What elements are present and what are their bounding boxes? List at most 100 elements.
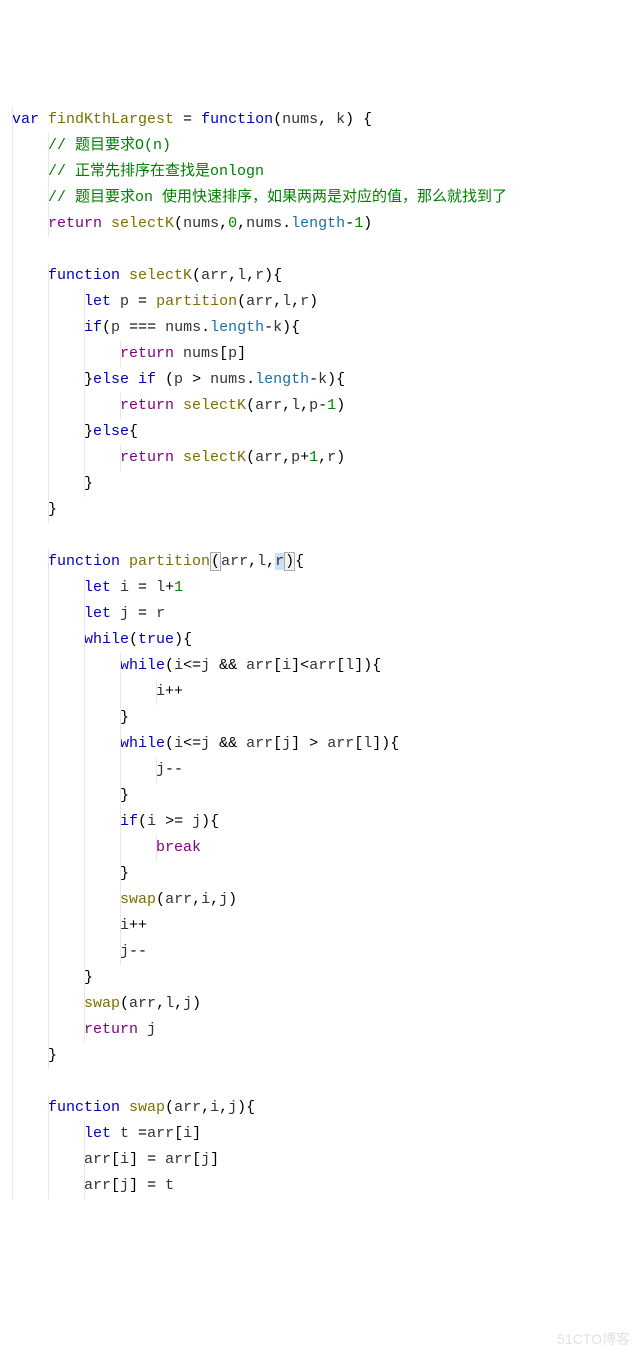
code-line[interactable]: return selectK(nums,0,nums.length-1): [12, 211, 638, 237]
code-line[interactable]: }else{: [12, 419, 638, 445]
code-token: ){: [237, 1099, 255, 1116]
code-token: ]){: [372, 735, 399, 752]
indent-guide: [120, 341, 121, 367]
code-token: ]<: [291, 657, 309, 674]
code-line[interactable]: arr[j] = t: [12, 1173, 638, 1199]
code-token: (: [165, 657, 174, 674]
code-line[interactable]: while(true){: [12, 627, 638, 653]
code-line[interactable]: }: [12, 1043, 638, 1069]
code-line[interactable]: return selectK(arr,p+1,r): [12, 445, 638, 471]
code-token: i: [174, 735, 183, 752]
code-token: function: [48, 553, 129, 570]
code-token: while: [120, 735, 165, 752]
code-token: let: [84, 1125, 120, 1142]
indent-guide: [84, 809, 85, 835]
code-line[interactable]: [12, 1069, 638, 1095]
code-token: l: [345, 657, 354, 674]
indent-guide: [48, 679, 49, 705]
indent-guide: [48, 341, 49, 367]
code-line[interactable]: }: [12, 497, 638, 523]
code-token: break: [156, 839, 201, 856]
code-token: [: [219, 345, 228, 362]
code-token: ,: [266, 553, 275, 570]
code-line[interactable]: i++: [12, 679, 638, 705]
code-token: }: [12, 865, 129, 882]
code-line[interactable]: }: [12, 471, 638, 497]
code-line[interactable]: i++: [12, 913, 638, 939]
code-line[interactable]: }: [12, 705, 638, 731]
code-line[interactable]: swap(arr,l,j): [12, 991, 638, 1017]
indent-guide: [84, 575, 85, 601]
code-line[interactable]: // 题目要求O(n): [12, 133, 638, 159]
indent-guide: [48, 1173, 49, 1199]
indent-guide: [120, 887, 121, 913]
code-line[interactable]: var findKthLargest = function(nums, k) {: [12, 107, 638, 133]
code-line[interactable]: let i = l+1: [12, 575, 638, 601]
code-line[interactable]: }: [12, 861, 638, 887]
indent-guide: [12, 809, 13, 835]
code-line[interactable]: function partition(arr,l,r){: [12, 549, 638, 575]
indent-guide: [12, 1095, 13, 1121]
indent-guide: [48, 861, 49, 887]
code-line[interactable]: return nums[p]: [12, 341, 638, 367]
code-line[interactable]: // 正常先排序在查找是onlogn: [12, 159, 638, 185]
indent-guide: [84, 731, 85, 757]
code-line[interactable]: while(i<=j && arr[i]<arr[l]){: [12, 653, 638, 679]
code-token: swap: [84, 995, 120, 1012]
code-token: j: [201, 735, 210, 752]
code-token: l: [237, 267, 246, 284]
code-line[interactable]: let p = partition(arr,l,r): [12, 289, 638, 315]
code-line[interactable]: }: [12, 965, 638, 991]
code-line[interactable]: return selectK(arr,l,p-1): [12, 393, 638, 419]
code-line[interactable]: }else if (p > nums.length-k){: [12, 367, 638, 393]
code-line[interactable]: let t =arr[i]: [12, 1121, 638, 1147]
code-token: <=: [183, 657, 201, 674]
code-token: [: [111, 1151, 120, 1168]
code-line[interactable]: j--: [12, 757, 638, 783]
code-token: arr: [221, 553, 248, 570]
code-token: arr: [246, 735, 273, 752]
code-line[interactable]: function selectK(arr,l,r){: [12, 263, 638, 289]
code-token: -: [264, 319, 273, 336]
indent-guide: [48, 757, 49, 783]
code-token: i: [156, 683, 165, 700]
code-line[interactable]: while(i<=j && arr[j] > arr[l]){: [12, 731, 638, 757]
indent-guide: [48, 497, 49, 523]
indent-guide: [120, 705, 121, 731]
code-line[interactable]: break: [12, 835, 638, 861]
code-line[interactable]: swap(arr,i,j): [12, 887, 638, 913]
code-editor[interactable]: var findKthLargest = function(nums, k) {…: [0, 104, 638, 1202]
code-line[interactable]: [12, 523, 638, 549]
code-token: i: [120, 579, 129, 596]
code-line[interactable]: let j = r: [12, 601, 638, 627]
code-token: function: [48, 1099, 129, 1116]
indent-guide: [84, 315, 85, 341]
code-line[interactable]: arr[i] = arr[j]: [12, 1147, 638, 1173]
indent-guide: [12, 263, 13, 289]
code-token: arr: [165, 1151, 192, 1168]
indent-guide: [84, 289, 85, 315]
code-token: arr: [84, 1151, 111, 1168]
indent-guide: [12, 107, 13, 133]
code-token: l: [165, 995, 174, 1012]
indent-guide: [48, 991, 49, 1017]
code-line[interactable]: j--: [12, 939, 638, 965]
code-line[interactable]: [12, 237, 638, 263]
code-token: ,: [219, 215, 228, 232]
code-token: while: [120, 657, 165, 674]
code-line[interactable]: if(p === nums.length-k){: [12, 315, 638, 341]
code-line[interactable]: // 题目要求on 使用快速排序，如果两两是对应的值，那么就找到了: [12, 185, 638, 211]
indent-guide: [12, 653, 13, 679]
code-token: [12, 1073, 21, 1090]
code-line[interactable]: return j: [12, 1017, 638, 1043]
code-line[interactable]: }: [12, 783, 638, 809]
code-token: =: [129, 1125, 147, 1142]
code-line[interactable]: if(i >= j){: [12, 809, 638, 835]
code-token: ] =: [129, 1151, 165, 1168]
code-token: return: [120, 397, 183, 414]
indent-guide: [48, 731, 49, 757]
code-line[interactable]: function swap(arr,i,j){: [12, 1095, 638, 1121]
code-token: [12, 137, 48, 154]
indent-guide: [84, 1121, 85, 1147]
code-token: 1: [309, 449, 318, 466]
